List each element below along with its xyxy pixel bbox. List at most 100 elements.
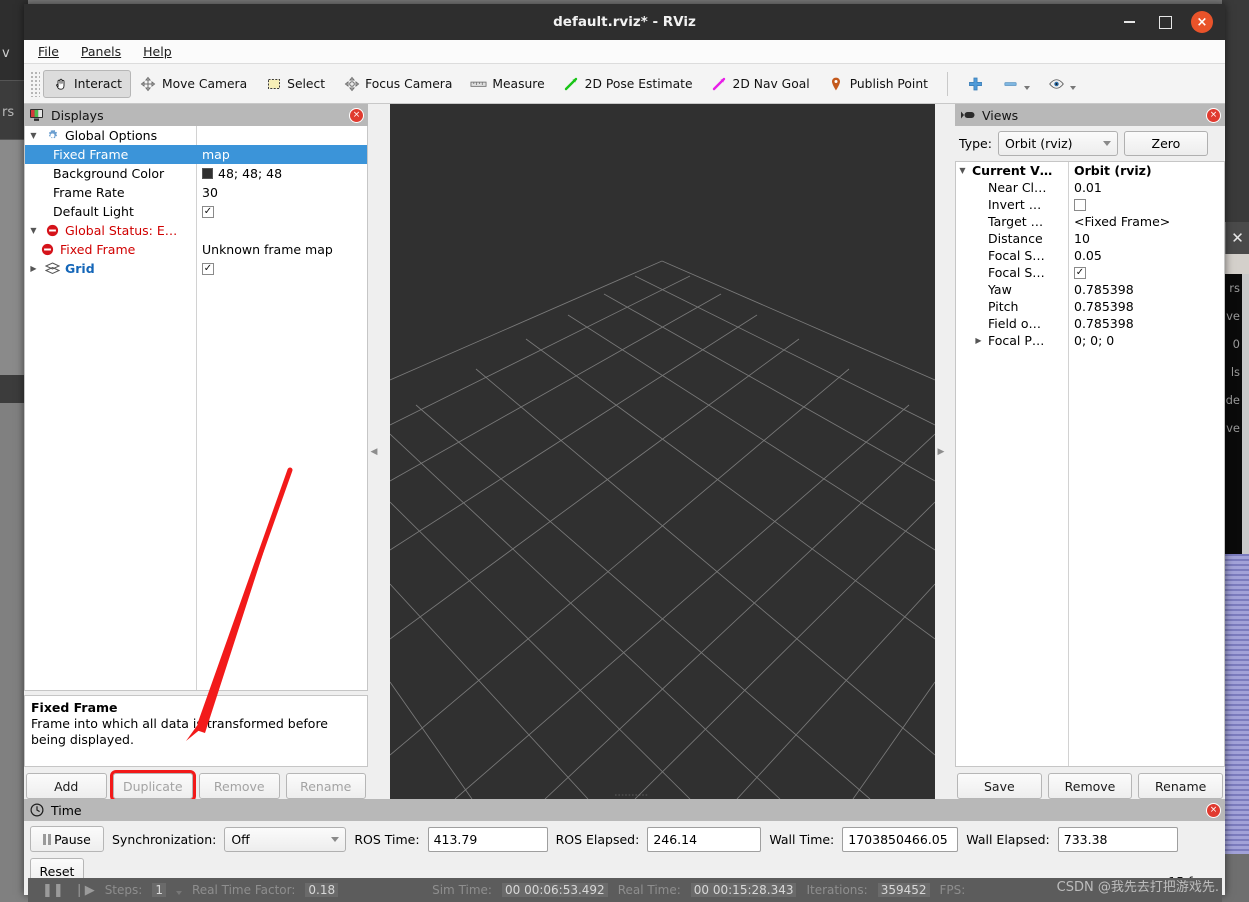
tool-focus-camera-label: Focus Camera (365, 76, 453, 91)
views-value-target-frame[interactable]: <Fixed Frame> (1074, 214, 1170, 229)
views-close-icon[interactable]: × (1206, 107, 1221, 123)
views-row-pitch[interactable]: Pitch 0.785398 (956, 298, 1224, 315)
splitter-right[interactable]: ▶ (935, 104, 947, 799)
view-type-combobox[interactable]: Orbit (rviz) (997, 131, 1118, 156)
views-value-focal-shape-size[interactable]: 0.05 (1074, 248, 1102, 263)
collapse-left-arrow-icon[interactable]: ◀ (371, 447, 378, 457)
time-close-icon[interactable]: × (1206, 802, 1221, 818)
zero-view-button[interactable]: Zero (1123, 131, 1208, 156)
views-value-focal-point[interactable]: 0; 0; 0 (1074, 333, 1114, 348)
views-row-focal-shape-size[interactable]: Focal S… 0.05 (956, 247, 1224, 264)
step-forward-icon[interactable]: ❘▶ (74, 883, 95, 898)
ros-time-field[interactable]: 413.79 (427, 826, 548, 852)
views-value-pitch[interactable]: 0.785398 (1074, 299, 1134, 314)
splitter-left[interactable]: ◀ (368, 104, 380, 799)
expand-twisty-icon[interactable]: ▼ (27, 226, 40, 235)
tool-publish-point-button[interactable]: Publish Point (819, 70, 937, 98)
views-value-near-clip[interactable]: 0.01 (1074, 180, 1102, 195)
background-close-icon[interactable]: ✕ (1226, 222, 1249, 254)
tree-label-background-color: Background Color (53, 166, 165, 181)
default-light-checkbox[interactable]: ✓ (202, 205, 214, 218)
grid-checkbox[interactable]: ✓ (202, 262, 214, 275)
views-row-yaw[interactable]: Yaw 0.785398 (956, 281, 1224, 298)
focal-shape-fixed-checkbox[interactable]: ✓ (1074, 266, 1086, 279)
camera-view-icon (959, 107, 976, 124)
tree-row-status-fixed-frame[interactable]: Fixed Frame Unknown frame map (25, 240, 367, 259)
menu-file[interactable]: File (38, 44, 59, 59)
pause-button[interactable]: Pause (30, 826, 104, 852)
hand-cursor-icon (52, 75, 69, 92)
tree-row-background-color[interactable]: Background Color 48; 48; 48 (25, 164, 367, 183)
ros-elapsed-field[interactable]: 246.14 (647, 826, 762, 852)
views-row-near-clip[interactable]: Near Cl… 0.01 (956, 179, 1224, 196)
tree-row-fixed-frame[interactable]: Fixed Frame map (25, 145, 367, 164)
collapse-twisty-icon[interactable]: ▶ (972, 336, 985, 345)
rename-view-button[interactable]: Rename (1138, 773, 1224, 799)
gz-steps-value: 1 (152, 883, 166, 897)
views-row-current-view[interactable]: ▼ Current V… Orbit (rviz) (956, 162, 1224, 179)
invert-y-checkbox[interactable] (1074, 198, 1086, 211)
toolbar-add-tool-button[interactable] (958, 70, 993, 98)
views-value-yaw[interactable]: 0.785398 (1074, 282, 1134, 297)
tree-row-grid[interactable]: ▶ Grid ✓ (25, 259, 367, 278)
tool-2d-pose-estimate-button[interactable]: 2D Pose Estimate (554, 70, 702, 98)
chevron-down-icon[interactable] (1069, 86, 1076, 90)
tool-2d-nav-goal-button[interactable]: 2D Nav Goal (702, 70, 819, 98)
expand-twisty-icon[interactable]: ▼ (956, 166, 969, 175)
views-properties-tree[interactable]: ▼ Current V… Orbit (rviz) Near Cl… 0.01 I… (955, 161, 1225, 767)
tool-select-button[interactable]: Select (256, 70, 334, 98)
rename-display-button[interactable]: Rename (285, 773, 366, 799)
collapse-right-arrow-icon[interactable]: ▶ (938, 447, 945, 457)
color-swatch[interactable] (202, 168, 213, 179)
tool-move-camera-button[interactable]: Move Camera (131, 70, 256, 98)
displays-close-icon[interactable]: × (349, 107, 364, 123)
remove-view-button[interactable]: Remove (1047, 773, 1133, 799)
menu-help[interactable]: Help (143, 44, 172, 59)
menu-file-label: File (38, 44, 59, 59)
menu-panels[interactable]: Panels (81, 44, 121, 59)
toolbar: Interact Move Camera Select Focus Camera (24, 64, 1225, 104)
render-viewport-3d[interactable] (390, 104, 935, 799)
tool-measure-button[interactable]: Measure (461, 70, 553, 98)
views-row-invert-y[interactable]: Invert … (956, 196, 1224, 213)
toolbar-visibility-button[interactable] (1039, 70, 1085, 98)
minimize-icon[interactable] (1119, 12, 1139, 32)
tool-interact-button[interactable]: Interact (43, 69, 131, 98)
tool-focus-camera-button[interactable]: Focus Camera (334, 70, 461, 98)
tree-value-frame-rate[interactable]: 30 (202, 185, 218, 200)
toolbar-drag-handle[interactable] (30, 70, 40, 97)
views-row-target-frame[interactable]: Target … <Fixed Frame> (956, 213, 1224, 230)
remove-display-button[interactable]: Remove (199, 773, 280, 799)
time-panel-title: Time (51, 802, 82, 818)
views-row-field-of-view[interactable]: Field o… 0.785398 (956, 315, 1224, 332)
duplicate-display-button[interactable]: Duplicate (109, 770, 196, 802)
wall-time-field[interactable]: 1703850466.05 (842, 826, 959, 852)
chevron-down-icon[interactable] (1023, 86, 1030, 90)
collapse-twisty-icon[interactable]: ▶ (27, 264, 40, 273)
pause-icon (43, 833, 52, 845)
chevron-down-icon[interactable] (331, 836, 340, 842)
tree-row-default-light[interactable]: Default Light ✓ (25, 202, 367, 221)
add-display-button[interactable]: Add (26, 773, 107, 799)
synchronization-combobox[interactable]: Off (224, 826, 347, 852)
expand-twisty-icon[interactable]: ▼ (27, 131, 40, 140)
chevron-down-icon[interactable] (175, 891, 182, 895)
views-value-distance[interactable]: 10 (1074, 231, 1090, 246)
views-row-focal-point[interactable]: ▶ Focal P… 0; 0; 0 (956, 332, 1224, 349)
views-row-distance[interactable]: Distance 10 (956, 230, 1224, 247)
displays-tree[interactable]: ▼ Global Options Fixed Frame map Backgro… (24, 126, 368, 691)
tree-value-fixed-frame[interactable]: map (202, 147, 230, 162)
pause-icon[interactable]: ❚❚ (42, 883, 64, 898)
save-view-button[interactable]: Save (957, 773, 1042, 799)
views-value-field-of-view[interactable]: 0.785398 (1074, 316, 1134, 331)
chevron-down-icon[interactable] (1102, 141, 1111, 146)
maximize-icon[interactable] (1155, 12, 1175, 32)
background-scrollbar[interactable] (1242, 274, 1249, 554)
tree-row-frame-rate[interactable]: Frame Rate 30 (25, 183, 367, 202)
views-row-focal-shape-fixed[interactable]: Focal S… ✓ (956, 264, 1224, 281)
close-icon[interactable]: × (1191, 11, 1213, 33)
tree-row-global-options[interactable]: ▼ Global Options (25, 126, 367, 145)
tree-row-global-status[interactable]: ▼ Global Status: E… (25, 221, 367, 240)
wall-elapsed-field[interactable]: 733.38 (1057, 826, 1178, 852)
toolbar-remove-tool-button[interactable] (993, 70, 1039, 98)
